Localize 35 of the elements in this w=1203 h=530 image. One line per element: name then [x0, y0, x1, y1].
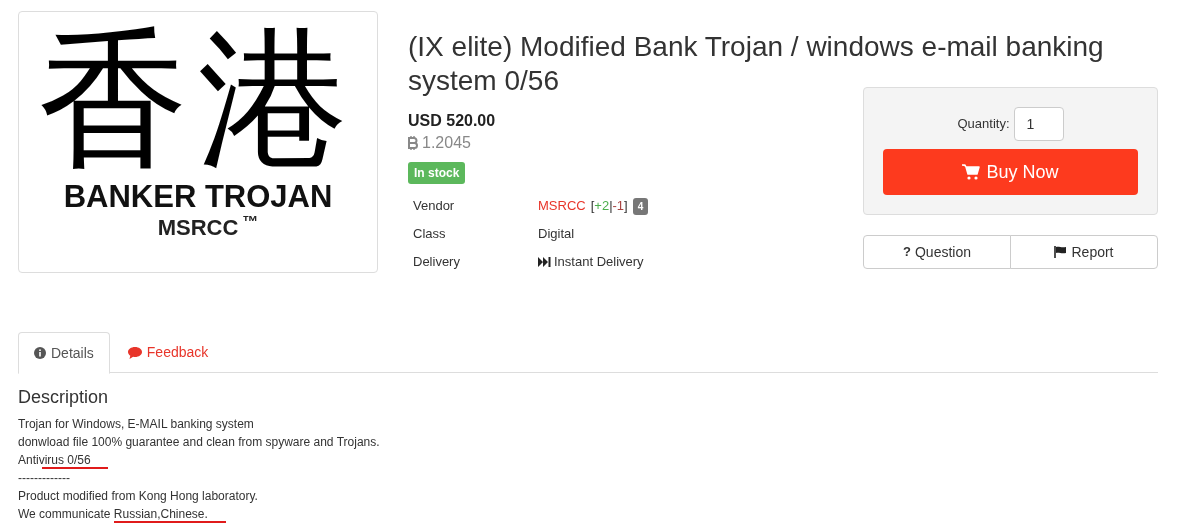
- info-icon: [34, 347, 46, 359]
- description-line: donwload file 100% guarantee and clean from spyware and Trojans.: [18, 434, 380, 451]
- price-btc: 1.2045: [422, 133, 471, 153]
- vendor-link[interactable]: MSRCC: [538, 196, 586, 216]
- detail-label: Class: [412, 225, 447, 244]
- description-line: -------------: [18, 470, 70, 487]
- bitcoin-icon: [408, 136, 418, 150]
- description-heading: Description: [18, 386, 110, 409]
- question-mark-icon: ?: [903, 242, 911, 262]
- stock-badge: In stock: [408, 162, 466, 184]
- tab[interactable]: Details: [18, 332, 110, 374]
- report-button[interactable]: Report: [1010, 235, 1158, 269]
- flag-icon: [1054, 246, 1068, 258]
- product-title: (IX elite) Modified Bank Trojan / windows e-mail banking system 0/56: [408, 30, 1105, 98]
- trademark-sign: ™: [242, 214, 259, 230]
- description-line: Trojan for Windows, E-MAIL banking system: [18, 416, 254, 433]
- speech-bubble-icon: [127, 346, 142, 359]
- buy-now-button[interactable]: Buy Now: [883, 149, 1138, 195]
- description-line: We communicate Russian,Chinese.: [18, 506, 208, 523]
- detail-value: Digital: [538, 225, 575, 244]
- quantity-label: Quantity:: [957, 115, 1010, 134]
- cart-icon: [962, 164, 981, 180]
- detail-label: Vendor: [412, 197, 456, 216]
- price-usd: USD 520.00: [408, 111, 497, 131]
- question-button[interactable]: ? Question: [863, 235, 1011, 269]
- fast-forward-icon: [538, 257, 551, 267]
- description-line: Antivirus 0/56: [18, 452, 91, 469]
- detail-label: Delivery: [412, 253, 461, 272]
- vendor-rating: [+2|-1]: [590, 197, 628, 216]
- detail-value: Instant Delivery: [554, 253, 644, 272]
- quantity-field[interactable]: 1: [1013, 107, 1064, 141]
- tab[interactable]: Feedback: [111, 332, 225, 373]
- logo-subtitle: MSRCC: [157, 214, 239, 242]
- description-line: Product modified from Kong Hong laboratory.: [18, 488, 258, 505]
- vendor-level-badge: 4: [632, 197, 649, 215]
